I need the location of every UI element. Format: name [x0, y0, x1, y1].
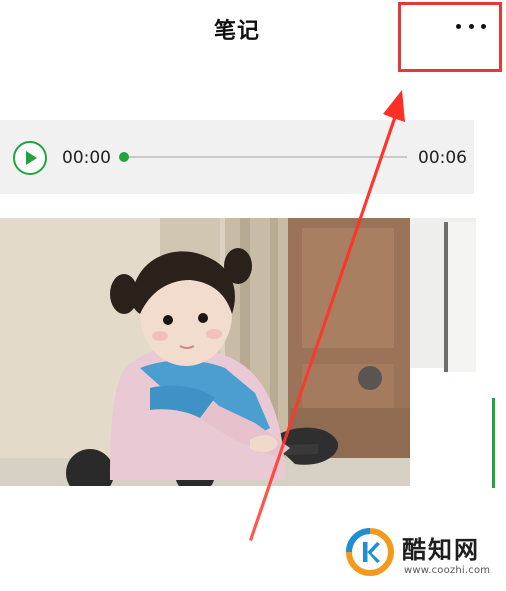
- coozhi-logo-icon: [346, 528, 394, 576]
- watermark-url: www.coozhi.com: [404, 565, 491, 576]
- play-icon: [26, 151, 37, 165]
- more-menu-highlight-box: [398, 2, 502, 72]
- current-time: 00:00: [62, 148, 111, 168]
- watermark: 酷知网 www.coozhi.com: [346, 528, 496, 584]
- play-button[interactable]: [13, 141, 47, 175]
- watermark-name: 酷知网: [402, 536, 480, 564]
- girl-photo-illustration: [0, 218, 410, 486]
- progress-handle[interactable]: [119, 152, 129, 162]
- photo-right-edge: [444, 222, 476, 372]
- progress-track[interactable]: [124, 156, 407, 158]
- scroll-indicator: [492, 398, 495, 488]
- note-photo[interactable]: [0, 218, 410, 486]
- total-time: 00:06: [418, 148, 467, 168]
